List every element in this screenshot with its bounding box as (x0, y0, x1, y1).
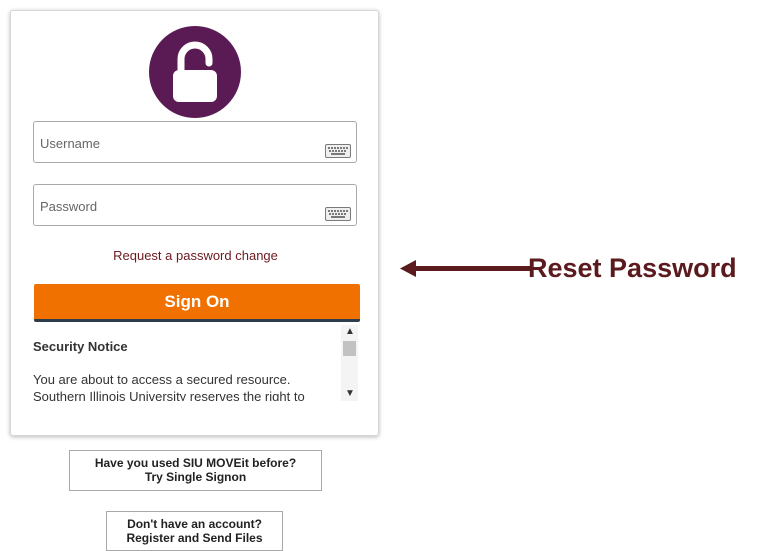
username-field[interactable] (33, 121, 357, 163)
scroll-down-icon[interactable]: ▼ (345, 388, 355, 399)
single-signon-button[interactable]: Have you used SIU MOVEit before? Try Sin… (69, 450, 322, 491)
register-button[interactable]: Don't have an account? Register and Send… (106, 511, 283, 551)
login-card: Request a password change Sign On Securi… (10, 10, 379, 436)
lock-icon (149, 26, 241, 118)
scroll-up-icon[interactable]: ▲ (345, 326, 355, 337)
scrollbar-thumb[interactable] (343, 341, 356, 356)
register-line1: Don't have an account? (127, 517, 262, 531)
register-line2: Register and Send Files (126, 531, 263, 545)
sign-on-button[interactable]: Sign On (34, 284, 360, 322)
single-signon-line2: Try Single Signon (144, 470, 247, 484)
username-input[interactable] (40, 134, 310, 152)
security-notice-text: You are about to access a secured resour… (33, 372, 305, 401)
security-notice-title: Security Notice (33, 339, 128, 354)
password-input[interactable] (40, 197, 310, 215)
keyboard-icon[interactable] (325, 144, 351, 158)
single-signon-line1: Have you used SIU MOVEit before? (94, 456, 297, 470)
left-arrow-icon (400, 260, 530, 277)
request-password-change-link[interactable]: Request a password change (11, 248, 380, 263)
password-field[interactable] (33, 184, 357, 226)
keyboard-icon[interactable] (325, 207, 351, 221)
security-notice[interactable]: Security Notice You are about to access … (31, 325, 361, 401)
notice-scrollbar[interactable]: ▲ ▼ (341, 325, 358, 401)
reset-password-label: Reset Password (528, 253, 737, 283)
